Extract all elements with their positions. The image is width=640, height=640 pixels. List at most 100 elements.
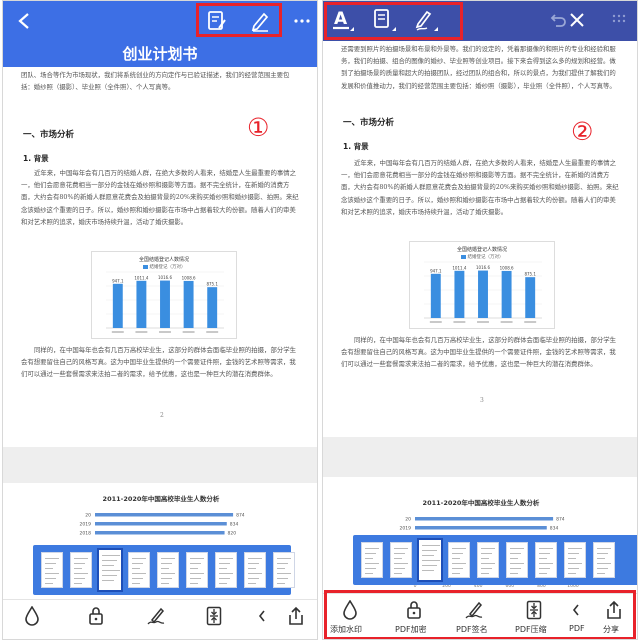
thumbnail-line <box>45 568 53 569</box>
thumbnail-line <box>510 573 518 574</box>
close-icon[interactable] <box>569 12 585 28</box>
document-title: 创业计划书 <box>3 41 317 67</box>
page-thumbnail[interactable] <box>593 542 615 578</box>
left-screen: 创业计划书 团队、场合等作为市场现状，我们将系统创业的方向定作与已验证描述，我们… <box>2 0 318 640</box>
page-thumbnail[interactable] <box>97 548 123 592</box>
x-tick-label <box>182 331 195 333</box>
annotation-number: ② <box>571 117 594 146</box>
thumbnail-line <box>190 573 204 574</box>
thumbnail-line <box>74 558 88 559</box>
share-button[interactable] <box>283 606 309 626</box>
thumbnail-line <box>74 573 88 574</box>
compress-icon <box>206 606 222 626</box>
thumbnail-line <box>568 573 576 574</box>
thumbnail-line <box>219 583 227 584</box>
thumbnail-line <box>102 570 120 571</box>
thumbnail-line <box>510 548 524 549</box>
thumbnail-line <box>102 565 114 566</box>
thumbnail-line <box>161 573 175 574</box>
bar <box>430 273 441 318</box>
thumbnail-line <box>132 578 143 579</box>
thumbnail-line <box>132 568 140 569</box>
page-thumbnail[interactable] <box>361 542 383 578</box>
thumbnail-line <box>190 563 201 564</box>
page-thumbnail[interactable] <box>186 552 208 588</box>
section-heading: 一、市场分析 <box>23 130 75 140</box>
grid-menu-icon[interactable] <box>611 13 627 27</box>
page-thumbnail[interactable] <box>477 542 499 578</box>
thumbnail-line <box>45 573 59 574</box>
bar <box>478 270 488 318</box>
watermark-button[interactable] <box>19 606 45 626</box>
back-icon[interactable] <box>17 12 31 30</box>
marriage-chart: 全国结婚登记人数情况 结婚登记（万对） 947.1 1011.4 1016.6 100… <box>91 251 237 339</box>
body-paragraph-1: 近年来，中国每年会有几百万的结婚人群，在绝大多数的人看来，结婚是人生最重要的事情… <box>21 169 299 226</box>
sub-heading: 1. 背景 <box>343 142 369 151</box>
undo-icon[interactable] <box>549 11 567 29</box>
bar-data-label: 875.1 <box>206 282 218 287</box>
page-thumbnail[interactable] <box>157 552 179 588</box>
thumbnail-line <box>568 558 576 559</box>
encrypt-button[interactable] <box>83 606 109 626</box>
thumbnail-line <box>422 565 437 566</box>
thumbnail-line <box>597 568 608 569</box>
thumbnail-line <box>277 578 288 579</box>
intro-paragraph: 还需要到照片的拍摄场景和布景和外景等。我们的设定的，凭着那摄像的和照片的专业和经… <box>341 45 616 90</box>
thumbnail-line <box>102 560 117 561</box>
x-tick-label <box>453 321 466 323</box>
thumbnail-line <box>394 553 405 554</box>
thumbnail-line <box>365 568 376 569</box>
thumbnail-line <box>539 553 550 554</box>
bar-data-label: 1016.6 <box>476 265 490 270</box>
thumbnail-line <box>510 558 518 559</box>
page-thumbnail[interactable] <box>41 552 63 588</box>
lock-icon <box>89 607 103 625</box>
page-thumbnail[interactable] <box>535 542 557 578</box>
bar <box>525 277 536 318</box>
thumbnail-line <box>365 558 373 559</box>
toolbar-highlight-box <box>196 3 282 37</box>
thumbnail-line <box>597 573 605 574</box>
marriage-bars: 947.1 1011.4 1016.6 1008.6 875.1 <box>424 261 542 323</box>
page-thumbnail[interactable] <box>390 542 412 578</box>
thumbnail-line <box>190 568 198 569</box>
body-paragraph-2: 同样的，在中国每年也会有几百万高校毕业生，这部分的群体会面临毕业照的拍摄，部分学… <box>341 336 617 369</box>
page-thumbnail[interactable] <box>244 552 266 588</box>
page-thumbnail[interactable] <box>564 542 586 578</box>
thumbnail-line <box>452 558 460 559</box>
thumbnail-line <box>45 583 53 584</box>
page-thumbnail[interactable] <box>128 552 150 588</box>
bar-data-label: 1011.4 <box>134 275 148 280</box>
value-label: 834 <box>230 522 239 528</box>
bar-data-label: 1008.6 <box>182 275 196 280</box>
page-thumbnail[interactable] <box>506 542 528 578</box>
compress-button[interactable] <box>201 606 227 626</box>
page-thumbnail[interactable] <box>215 552 237 588</box>
sign-button[interactable] <box>143 606 169 626</box>
page-thumbnail[interactable] <box>448 542 470 578</box>
thumbnail-line <box>481 563 495 564</box>
thumbnail-line <box>597 548 611 549</box>
bar-data-label: 947.1 <box>112 278 124 283</box>
thumbnail-line <box>248 568 256 569</box>
thumbnail-line <box>452 573 460 574</box>
more-icon[interactable] <box>293 18 311 24</box>
right-screen: A 还需要到照片的拍摄场景和布景和外景等。我们的设定的，凭着那摄像的和照片的专业… <box>322 0 638 640</box>
thumbnail-line <box>74 583 82 584</box>
page-thumbnail[interactable] <box>70 552 92 588</box>
thumbnail-line <box>132 573 146 574</box>
chevron-left-icon <box>258 610 265 622</box>
thumbnail-line <box>74 578 85 579</box>
thumbnail-line <box>248 563 259 564</box>
thumbnail-line <box>161 558 175 559</box>
page-thumbnail[interactable] <box>417 538 443 582</box>
bar-data-label: 1008.6 <box>500 265 514 270</box>
page-thumbnail[interactable] <box>273 552 295 588</box>
x-tick-label <box>429 321 442 323</box>
thumbnail-line <box>422 555 434 556</box>
thumbnail-line <box>481 573 489 574</box>
thumbnail-line <box>422 545 440 546</box>
graduate-bar <box>95 531 225 535</box>
thumbnail-line <box>568 563 582 564</box>
more-tools-button[interactable] <box>255 606 269 626</box>
